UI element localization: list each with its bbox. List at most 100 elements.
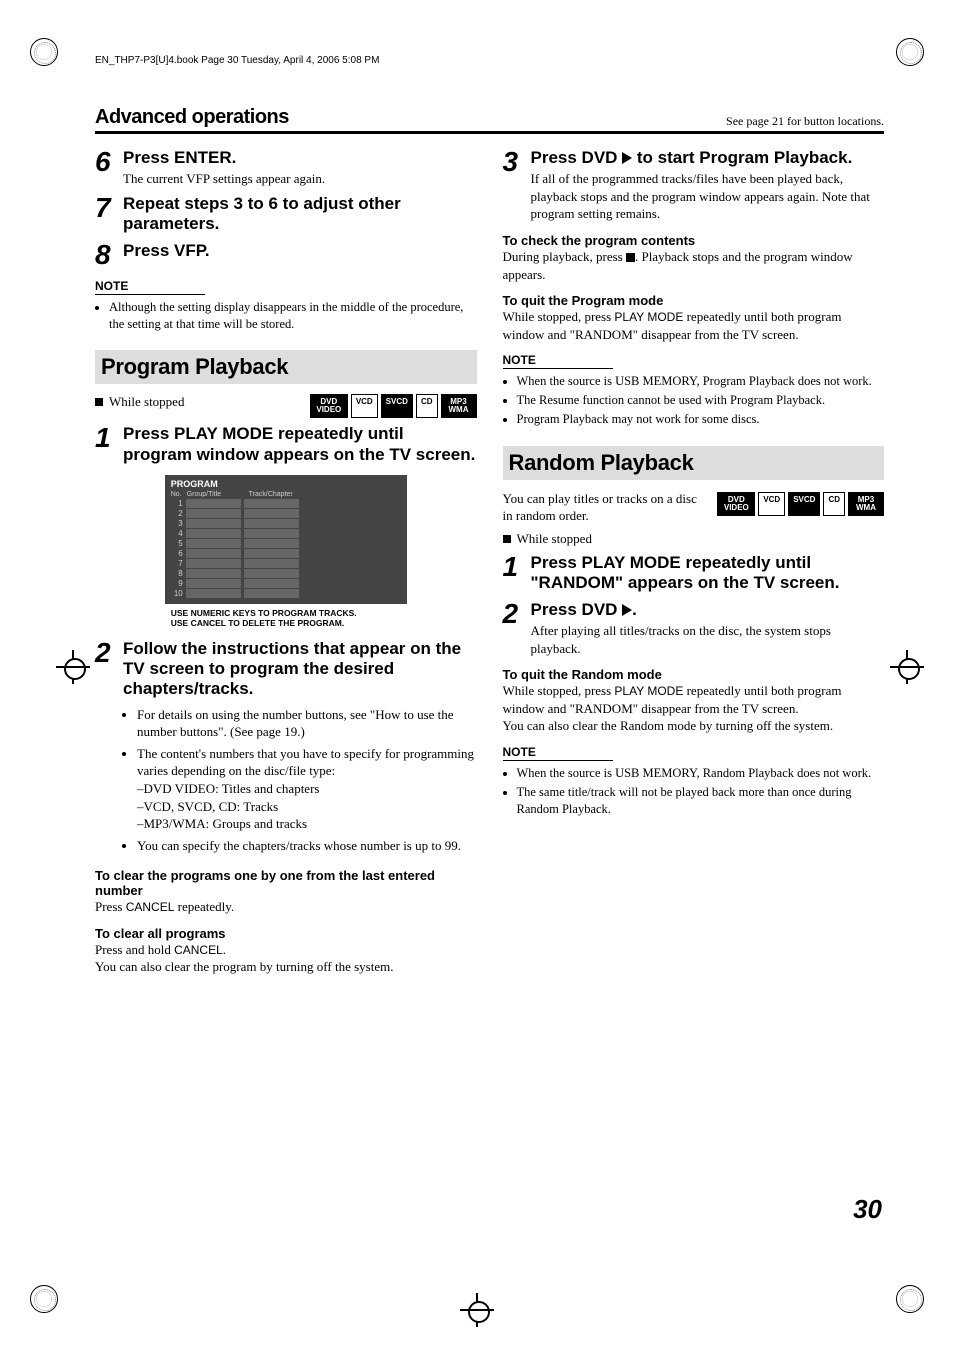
page-header: Advanced operations See page 21 for butt… (95, 106, 884, 134)
left-column: 6 Press ENTER. The current VFP settings … (95, 142, 477, 976)
badge-svcd: SVCD (381, 394, 413, 418)
badge-vcd: VCD (351, 394, 378, 418)
program-step-1: 1 Press PLAY MODE repeatedly until progr… (95, 424, 477, 465)
step-number: 3 (503, 148, 523, 176)
clear-all-heading: To clear all programs (95, 926, 477, 941)
step-title: Press DVD . (531, 600, 885, 620)
clear-all-text: Press and hold CANCEL. You can also clea… (95, 941, 477, 976)
note-list: When the source is USB MEMORY, Program P… (503, 373, 885, 428)
step-subtext: After playing all titles/tracks on the d… (531, 622, 885, 657)
print-mark-tr (896, 38, 924, 66)
check-contents-heading: To check the program contents (503, 233, 885, 248)
step-number: 1 (95, 424, 115, 452)
square-bullet-icon (503, 531, 517, 546)
note-heading: NOTE (95, 279, 205, 295)
badge-dvd-video: DVD VIDEO (310, 394, 348, 418)
step-7: 7 Repeat steps 3 to 6 to adjust other pa… (95, 194, 477, 235)
context-row: While stopped (503, 531, 885, 547)
note-item: Although the setting display disappears … (109, 299, 477, 333)
step-title: Press PLAY MODE repeatedly until "RANDOM… (531, 553, 885, 594)
print-mark-bl (30, 1285, 58, 1313)
badge-svcd: SVCD (788, 492, 820, 516)
note-item: Program Playback may not work for some d… (517, 411, 885, 428)
step-number: 8 (95, 241, 115, 269)
check-contents-text: During playback, press . Playback stops … (503, 248, 885, 283)
col-group: Group/Title (187, 491, 247, 498)
program-window-screenshot: PROGRAM No. Group/Title Track/Chapter 1 … (165, 475, 407, 604)
right-column: 3 Press DVD to start Program Playback. I… (503, 142, 885, 976)
note-list: When the source is USB MEMORY, Random Pl… (503, 765, 885, 818)
format-badges: DVD VIDEO VCD SVCD CD MP3 WMA (717, 492, 884, 516)
step-number: 6 (95, 148, 115, 176)
subline: –VCD, SVCD, CD: Tracks (137, 798, 477, 816)
step-title: Press DVD to start Program Playback. (531, 148, 885, 168)
badge-mp3-wma: MP3 WMA (441, 394, 477, 418)
program-step-2: 2 Follow the instructions that appear on… (95, 639, 477, 859)
page-number: 30 (853, 1194, 882, 1225)
col-no: No. (171, 491, 185, 498)
step-number: 2 (503, 600, 523, 628)
step-number: 7 (95, 194, 115, 222)
badge-mp3-wma: MP3 WMA (848, 492, 884, 516)
print-mark-br (896, 1285, 924, 1313)
clear-one-text: Press CANCEL repeatedly. (95, 898, 477, 916)
while-stopped-label: While stopped (109, 394, 184, 409)
square-bullet-icon (95, 394, 109, 409)
playmode-keyword: PLAY MODE (614, 310, 683, 324)
screenshot-caption: USE NUMERIC KEYS TO PROGRAM TRACKS. USE … (171, 608, 401, 628)
step-bullets: For details on using the number buttons,… (123, 706, 477, 854)
print-crosshair-left (56, 650, 90, 684)
badge-cd: CD (416, 394, 438, 418)
clear-one-heading: To clear the programs one by one from th… (95, 868, 477, 898)
print-mark-tl (30, 38, 58, 66)
header-note: See page 21 for button locations. (726, 114, 884, 129)
random-step-1: 1 Press PLAY MODE repeatedly until "RAND… (503, 553, 885, 594)
step-title: Press ENTER. (123, 148, 477, 168)
quit-program-text: While stopped, press PLAY MODE repeatedl… (503, 308, 885, 343)
note-list: Although the setting display disappears … (95, 299, 477, 333)
quit-random-heading: To quit the Random mode (503, 667, 885, 682)
play-icon (622, 152, 632, 164)
context-row: While stopped DVD VIDEO VCD SVCD CD MP3 … (95, 394, 477, 410)
section-title: Advanced operations (95, 106, 289, 129)
step-title: Press PLAY MODE repeatedly until program… (123, 424, 477, 465)
program-step-3: 3 Press DVD to start Program Playback. I… (503, 148, 885, 223)
badge-cd: CD (823, 492, 845, 516)
note-heading: NOTE (503, 745, 613, 761)
cancel-keyword: CANCEL (174, 943, 223, 957)
print-crosshair-bottom (460, 1293, 494, 1327)
step-number: 2 (95, 639, 115, 667)
step-8: 8 Press VFP. (95, 241, 477, 269)
step-title: Follow the instructions that appear on t… (123, 639, 477, 700)
note-item: When the source is USB MEMORY, Program P… (517, 373, 885, 390)
doc-meta-line: EN_THP7-P3[U]4.book Page 30 Tuesday, Apr… (95, 55, 884, 66)
badge-vcd: VCD (758, 492, 785, 516)
badge-dvd-video: DVD VIDEO (717, 492, 755, 516)
step-number: 1 (503, 553, 523, 581)
play-icon (622, 604, 632, 616)
bullet: The content's numbers that you have to s… (137, 745, 477, 833)
random-playback-heading: Random Playback (503, 446, 885, 480)
stop-icon (626, 253, 635, 262)
random-intro: You can play titles or tracks on a disc … (503, 490, 703, 525)
bullet: You can specify the chapters/tracks whos… (137, 837, 477, 855)
note-item: The same title/track will not be played … (517, 784, 885, 818)
subline: –MP3/WMA: Groups and tracks (137, 815, 477, 833)
cancel-keyword: CANCEL (126, 900, 175, 914)
quit-program-heading: To quit the Program mode (503, 293, 885, 308)
note-heading: NOTE (503, 353, 613, 369)
step-subtext: The current VFP settings appear again. (123, 170, 477, 188)
playmode-keyword: PLAY MODE (614, 684, 683, 698)
bullet: For details on using the number buttons,… (137, 706, 477, 741)
step-title: Press VFP. (123, 241, 477, 261)
step-title: Repeat steps 3 to 6 to adjust other para… (123, 194, 477, 235)
while-stopped-label: While stopped (517, 531, 592, 546)
screenshot-title: PROGRAM (171, 479, 401, 489)
step-subtext: If all of the programmed tracks/files ha… (531, 170, 885, 223)
quit-random-text: While stopped, press PLAY MODE repeatedl… (503, 682, 885, 735)
col-track: Track/Chapter (249, 491, 293, 498)
subline: –DVD VIDEO: Titles and chapters (137, 780, 477, 798)
print-crosshair-right (890, 650, 924, 684)
note-item: When the source is USB MEMORY, Random Pl… (517, 765, 885, 782)
step-6: 6 Press ENTER. The current VFP settings … (95, 148, 477, 188)
